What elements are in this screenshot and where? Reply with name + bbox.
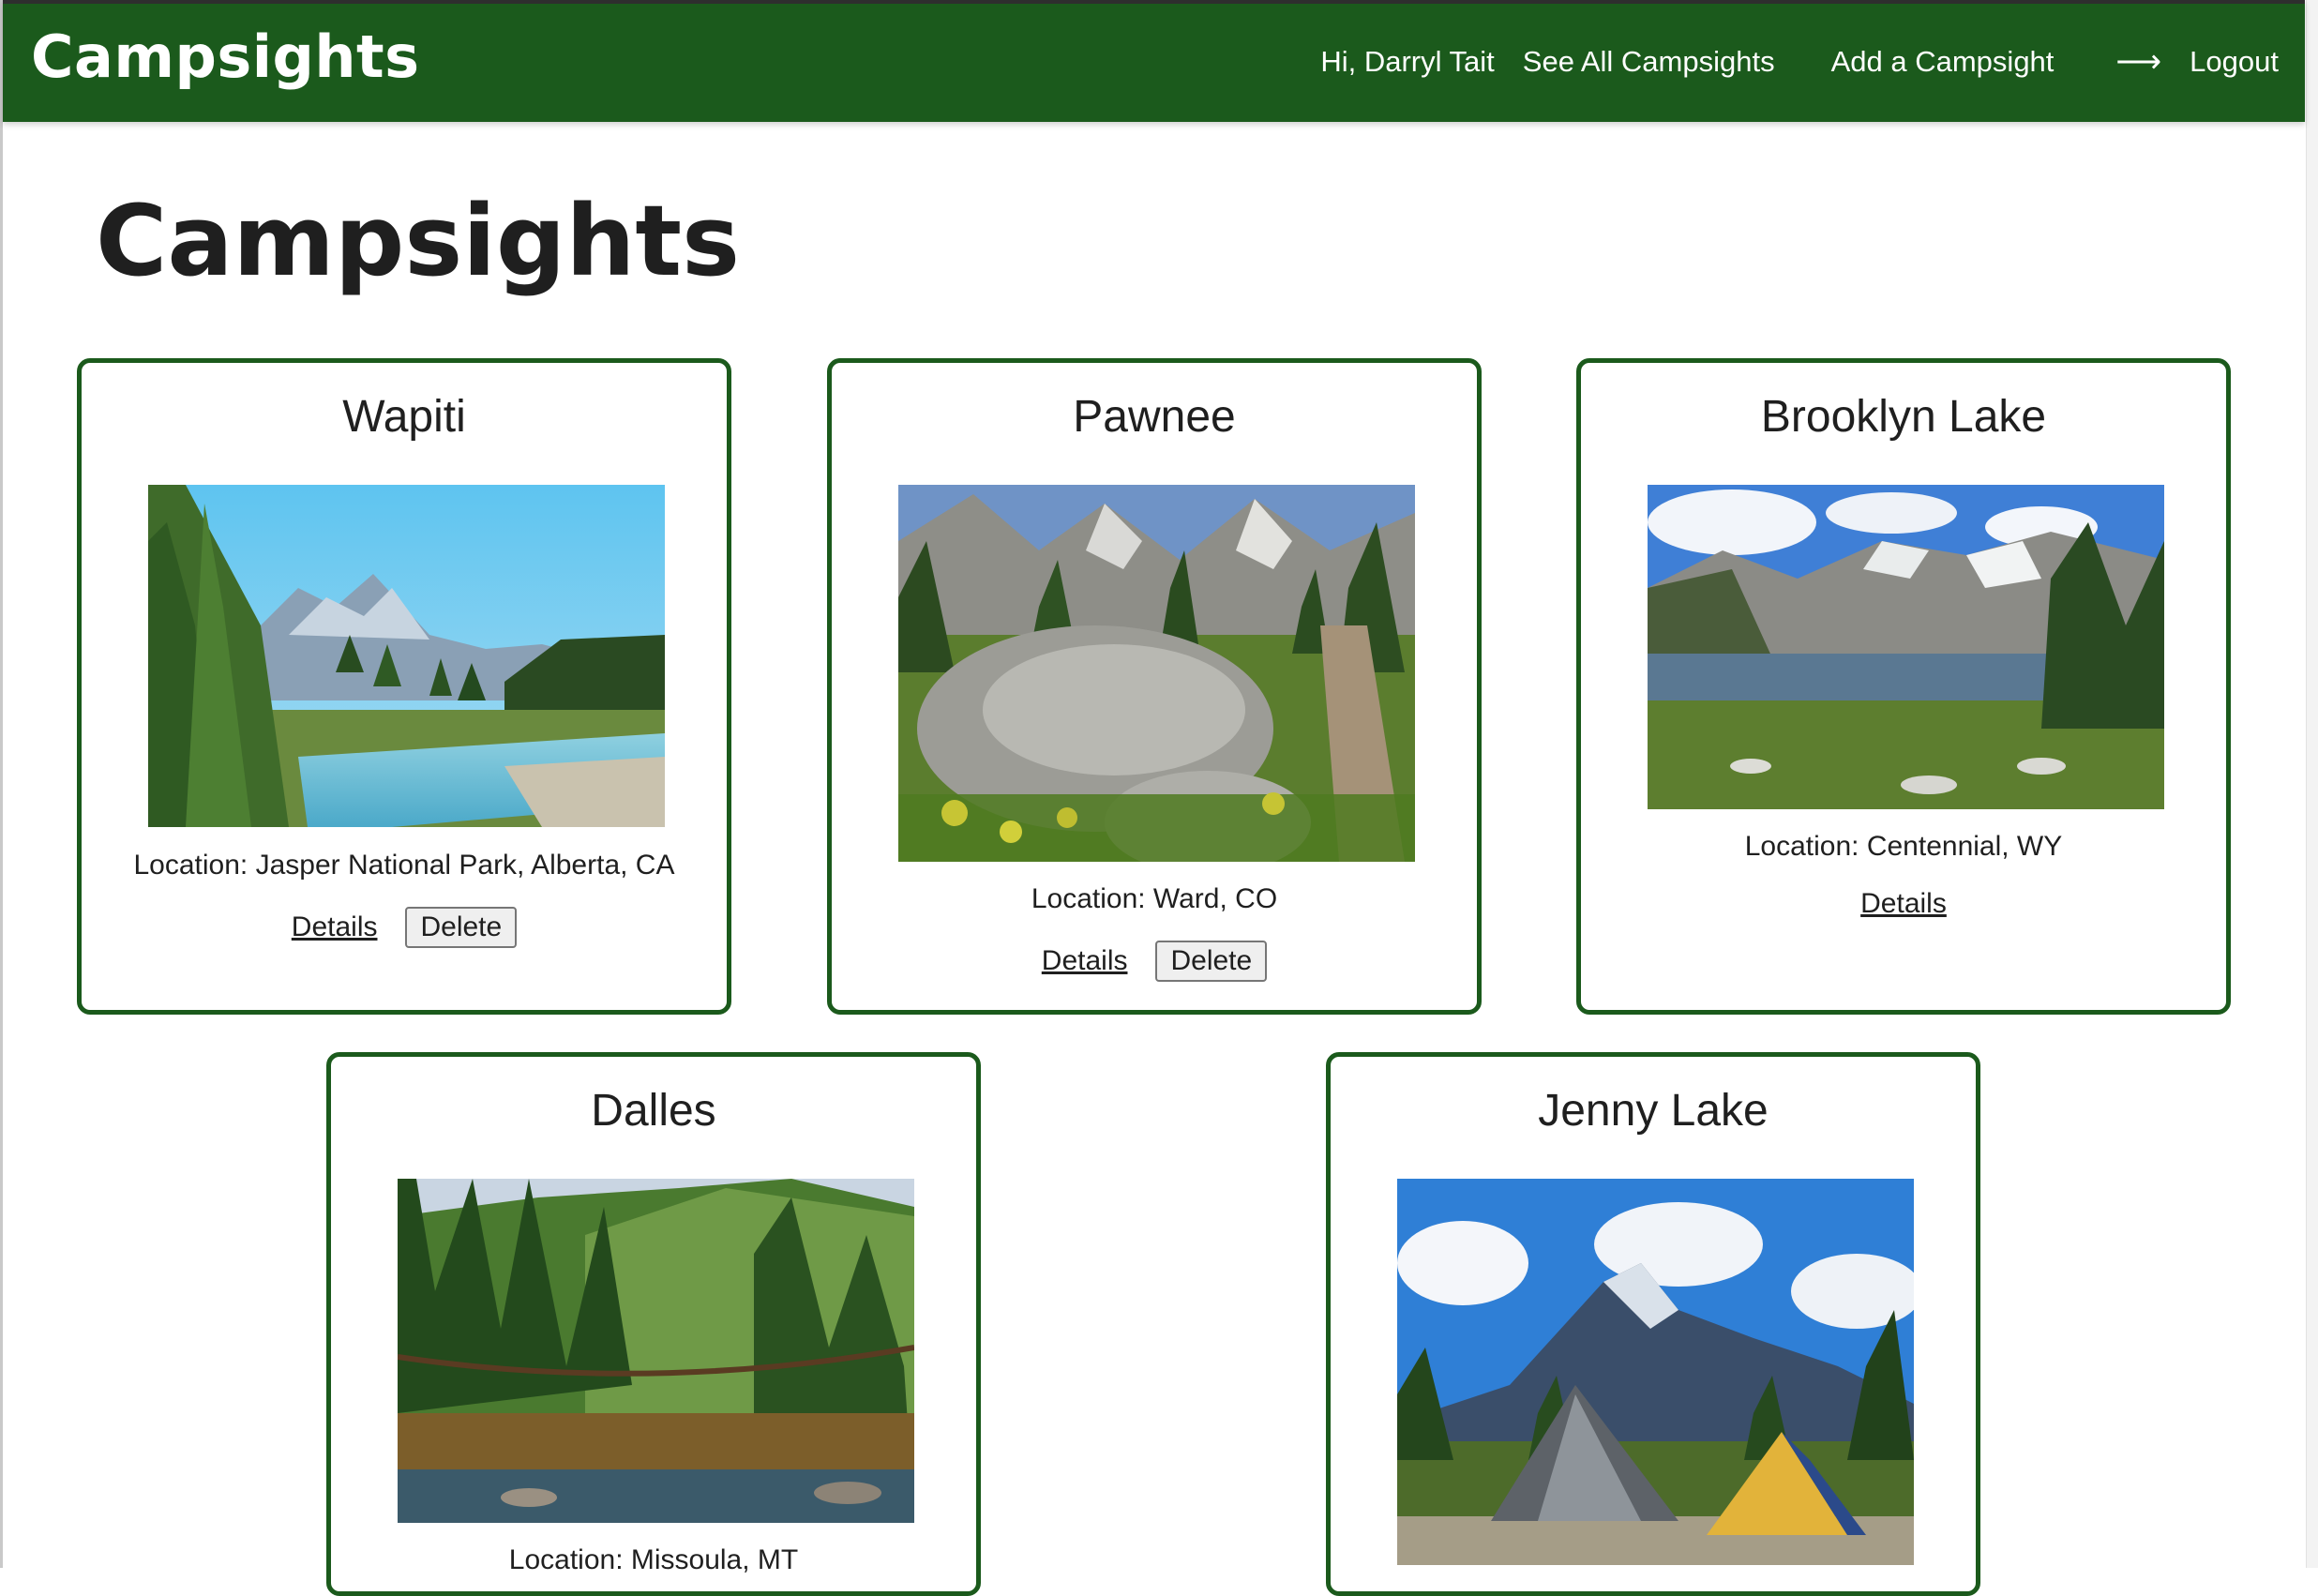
card-title: Brooklyn Lake (1760, 392, 2047, 442)
card-location: Location: Ward, CO (1031, 883, 1278, 914)
campsight-photo (148, 485, 665, 827)
campsight-card-brooklyn-lake: Brooklyn Lake Location: Centennial, WY D… (1576, 358, 2231, 1015)
campsight-photo (1648, 485, 2164, 809)
card-location: Location: Centennial, WY (1744, 831, 2063, 862)
card-location: Location: Jasper National Park, Alberta,… (133, 850, 675, 881)
campsight-photo (898, 485, 1415, 862)
card-actions: Details (1581, 888, 2226, 920)
details-link[interactable]: Details (292, 911, 378, 943)
card-actions: Details Delete (82, 907, 727, 948)
nav-links: Hi, Darryl Tait See All Campsights Add a… (1320, 43, 2279, 81)
delete-button[interactable]: Delete (405, 907, 518, 948)
delete-button[interactable]: Delete (1155, 941, 1268, 982)
card-title: Jenny Lake (1538, 1086, 1769, 1136)
add-campsight-link[interactable]: Add a Campsight (1831, 45, 2055, 79)
logout-arrow-icon[interactable]: ⟶ (2115, 43, 2161, 81)
user-greeting: Hi, Darryl Tait (1320, 45, 1495, 78)
campsight-card-pawnee: Pawnee Location: Ward, CO Details Delete (827, 358, 1482, 1015)
top-navbar: Campsights Hi, Darryl Tait See All Camps… (3, 0, 2305, 122)
campsight-photo (1397, 1179, 1914, 1565)
card-actions: Details Delete (832, 941, 1477, 982)
page-scrollbar[interactable] (2306, 0, 2318, 1568)
details-link[interactable]: Details (1860, 888, 1947, 920)
logout-link[interactable]: Logout (2190, 45, 2279, 79)
card-title: Pawnee (1073, 392, 1236, 442)
brand-logo[interactable]: Campsights (31, 23, 420, 91)
campsight-photo (398, 1179, 914, 1523)
campsight-card-wapiti: Wapiti Location: Jasper National Park, A… (77, 358, 731, 1015)
campsight-card-jenny-lake: Jenny Lake (1326, 1052, 1980, 1596)
card-title: Wapiti (342, 392, 466, 442)
card-location: Location: Missoula, MT (508, 1544, 799, 1575)
page-title: Campsights (96, 184, 740, 298)
campsight-card-dalles: Dalles Location: Missoula, MT (326, 1052, 981, 1596)
details-link[interactable]: Details (1042, 945, 1128, 977)
see-all-campsights-link[interactable]: See All Campsights (1523, 45, 1775, 79)
card-title: Dalles (591, 1086, 716, 1136)
